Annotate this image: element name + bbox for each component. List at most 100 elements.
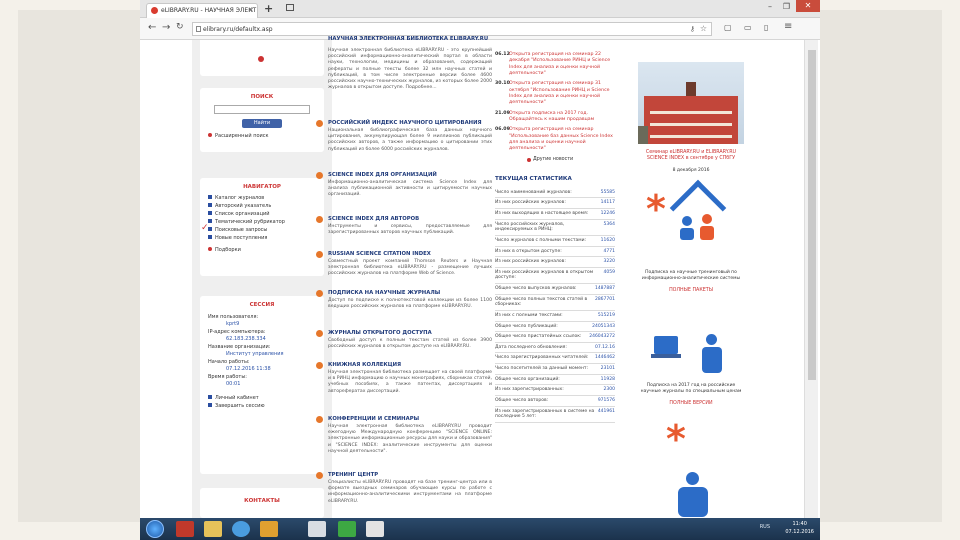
scrollbar-thumb[interactable]	[808, 50, 816, 380]
stats-value[interactable]: 3220	[601, 259, 615, 265]
stats-value[interactable]: 971576	[595, 398, 615, 404]
stats-value[interactable]: 14117	[598, 200, 615, 206]
section-title[interactable]: КОНФЕРЕНЦИИ И СЕМИНАРЫ	[316, 416, 492, 423]
section-title[interactable]: КНИЖНАЯ КОЛЛЕКЦИЯ	[316, 362, 492, 369]
back-arrow-icon[interactable]: ←	[148, 22, 156, 33]
taskbar-download-icon[interactable]	[176, 521, 194, 537]
section-title[interactable]: RUSSIAN SCIENCE CITATION INDEX	[316, 251, 492, 258]
stats-value[interactable]: 1487887	[592, 286, 615, 292]
taskbar-clock[interactable]: 11:40 07.12.2016	[785, 521, 814, 536]
stats-value[interactable]: 246043272	[586, 334, 615, 340]
stats-value[interactable]: 4771	[601, 249, 615, 255]
session-label: Имя пользователя:	[208, 314, 259, 320]
page-scrollbar[interactable]	[804, 40, 818, 518]
person-body	[678, 487, 708, 517]
section-title[interactable]: РОССИЙСКИЙ ИНДЕКС НАУЧНОГО ЦИТИРОВАНИЯ	[316, 120, 492, 127]
stats-value[interactable]: 5364	[601, 222, 615, 233]
bookmark-star-icon[interactable]: ☆	[700, 24, 707, 33]
all-news-link[interactable]: Другие новости	[495, 157, 615, 162]
news-item[interactable]: 21.09 Открыта подписка на 2017 год. Обращ…	[495, 111, 615, 124]
news-item[interactable]: 06.12 Открыта регистрация на семинар 22 д…	[495, 52, 615, 77]
section-title[interactable]: ЖУРНАЛЫ ОТКРЫТОГО ДОСТУПА	[316, 330, 492, 337]
news-item[interactable]: 06.09 Открыта регистрация на семинар "Исп…	[495, 127, 615, 152]
taskbar-chrome-icon[interactable]	[366, 521, 384, 537]
extension-icon[interactable]	[286, 4, 294, 11]
navigator-item[interactable]: Тематический рубрикатор	[200, 218, 324, 226]
stats-value[interactable]: 2300	[601, 387, 615, 393]
navigator-item[interactable]: Поисковые запросы ✓	[200, 223, 324, 234]
advanced-search-link[interactable]: Расширенный поиск	[200, 132, 324, 140]
close-window-button[interactable]: ✕	[796, 0, 820, 12]
section-title[interactable]: ТРЕНИНГ ЦЕНТР	[316, 472, 492, 479]
tree-shape	[638, 126, 648, 144]
forward-arrow-icon[interactable]: →	[162, 22, 170, 33]
stats-row: Общее число публикаций: 24051343	[495, 322, 615, 333]
stats-value[interactable]: 24051343	[589, 324, 615, 330]
tab-close-icon[interactable]: ×	[248, 6, 254, 14]
start-button[interactable]	[146, 520, 164, 538]
menu-icon[interactable]: ≡	[784, 21, 792, 32]
stats-value[interactable]: 55585	[598, 190, 615, 196]
stats-value[interactable]: 12246	[598, 211, 615, 217]
section-title[interactable]: SCIENCE INDEX ДЛЯ АВТОРОВ	[316, 216, 492, 223]
section-title[interactable]: ПОДПИСКА НА НАУЧНЫЕ ЖУРНАЛЫ	[316, 290, 492, 297]
stats-value[interactable]: 441961	[595, 409, 615, 420]
stats-value[interactable]: 4059	[601, 270, 615, 281]
stats-label: Общее число полных текстов статей в сбор…	[495, 296, 588, 308]
session-label: Время работы:	[208, 374, 247, 380]
search-button[interactable]: Найти	[242, 119, 282, 128]
url-input[interactable]: elibrary.ru/defaultx.asp ⚷ ☆	[192, 22, 712, 36]
extension-square-icon[interactable]: ▢	[724, 23, 732, 32]
language-indicator[interactable]: RUS	[760, 524, 770, 530]
stats-value[interactable]: 07.12.16	[592, 345, 615, 351]
taskbar-media-icon[interactable]	[260, 521, 278, 537]
stats-value[interactable]: 2867701	[592, 297, 615, 308]
stats-value[interactable]: 11928	[598, 377, 615, 383]
cast-icon[interactable]: ▭	[744, 23, 752, 32]
taskbar-office-icon[interactable]	[308, 521, 326, 537]
bullet-icon	[208, 395, 212, 399]
section-title[interactable]: SCIENCE INDEX ДЛЯ ОРГАНИЗАЦИЙ	[316, 172, 492, 179]
browser-tab[interactable]: eLIBRARY.RU - НАУЧНАЯ ЭЛЕКТ ×	[146, 3, 258, 18]
person-body	[680, 228, 694, 240]
end-session-link[interactable]: Завершить сессию	[200, 402, 324, 410]
session-label: IP-адрес компьютера:	[208, 329, 266, 335]
reload-icon[interactable]: ↻	[176, 22, 184, 32]
building-photo[interactable]	[638, 62, 744, 144]
laptop-people-icon[interactable]	[651, 330, 732, 380]
section-title[interactable]: НАУЧНАЯ ЭЛЕКТРОННАЯ БИБЛИОТЕКА ELIBRARY.…	[316, 36, 492, 42]
navigator-item[interactable]: Новые поступления	[200, 234, 324, 242]
new-tab-icon[interactable]: +	[264, 2, 273, 15]
promo-link[interactable]: ПОЛНЫЕ ПАКЕТЫ	[638, 288, 744, 294]
promo-text: Подписка на научные тренинговый по инфор…	[641, 270, 741, 282]
stats-value[interactable]: 515219	[595, 313, 615, 319]
cabinet-link[interactable]: Личный кабинет	[200, 394, 324, 402]
stats-value[interactable]: 11620	[598, 238, 615, 244]
search-input[interactable]	[214, 105, 310, 114]
reader-icon[interactable]: ▯	[764, 23, 768, 32]
minimize-button[interactable]: –	[768, 2, 772, 11]
navigator-item[interactable]: Каталог журналов	[200, 194, 324, 202]
taskbar-ie-icon[interactable]	[232, 521, 250, 537]
tab-title: eLIBRARY.RU - НАУЧНАЯ ЭЛЕКТ	[161, 7, 257, 14]
navigator-item[interactable]: Список организаций	[200, 210, 324, 218]
person-head	[686, 472, 699, 485]
promo-link[interactable]: ПОЛНЫЕ ВЕРСИИ	[638, 401, 744, 407]
stats-value[interactable]: 1446462	[592, 355, 615, 361]
stats-row: Число посетителей за данный момент: 23101	[495, 364, 615, 375]
stats-row: Общее число пристатейных ссылок: 24604327…	[495, 332, 615, 343]
session-label: Название организации:	[208, 344, 271, 350]
taskbar-folder-icon[interactable]	[204, 521, 222, 537]
key-icon[interactable]: ⚷	[690, 25, 695, 33]
house-people-icon[interactable]	[669, 179, 727, 242]
stats-value[interactable]: 23101	[598, 366, 615, 372]
stats-label: Из них зарегистрированных в системе на п…	[495, 408, 595, 420]
restore-button[interactable]: ❐	[783, 2, 790, 11]
photo-caption[interactable]: Семинар eLIBRARY.RU и ELIBRARY.RU SCIENC…	[638, 150, 744, 163]
person-icon[interactable]	[668, 472, 718, 522]
contacts-title[interactable]: КОНТАКТЫ	[200, 488, 324, 504]
navigator-extra-link[interactable]: Подборки	[200, 246, 324, 254]
navigator-item[interactable]: Авторский указатель	[200, 202, 324, 210]
news-item[interactable]: 30.10 Открыта регистрация на семинар 31 о…	[495, 81, 615, 106]
taskbar-a-icon[interactable]	[338, 521, 356, 537]
